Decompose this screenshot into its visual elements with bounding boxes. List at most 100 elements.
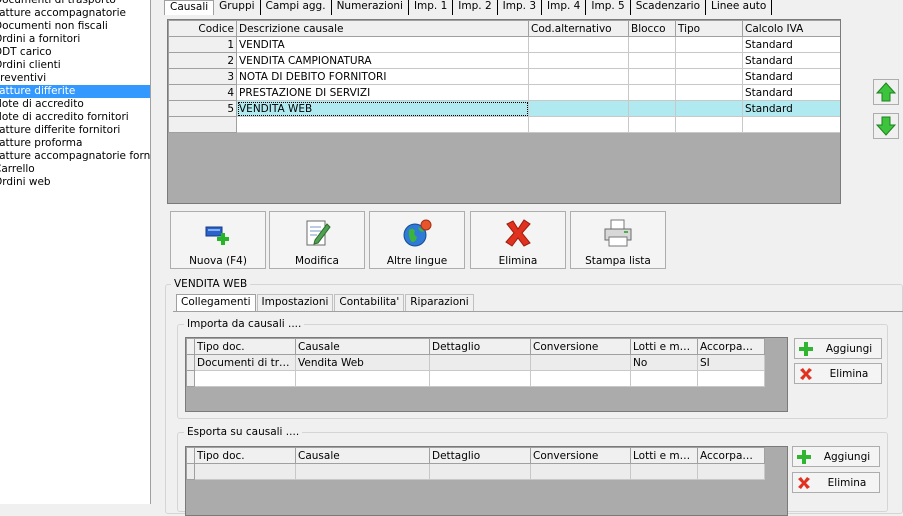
nav-item[interactable]: Note di accredito fornitori bbox=[0, 111, 150, 124]
nav-item[interactable]: Documenti di trasporto bbox=[0, 0, 150, 7]
cell-descrizione[interactable]: PRESTAZIONE DI SERVIZI bbox=[236, 84, 529, 101]
cell-empty[interactable] bbox=[530, 370, 631, 387]
cell-empty[interactable] bbox=[742, 116, 840, 133]
import-col-causale[interactable]: Causale bbox=[295, 338, 430, 355]
esporta-aggiungi-button[interactable]: Aggiungi bbox=[792, 446, 880, 467]
cell-empty[interactable] bbox=[530, 463, 631, 480]
import-col-accorpam[interactable]: Accorpam... bbox=[697, 338, 765, 355]
cell-empty[interactable] bbox=[295, 370, 430, 387]
cell-blocco[interactable] bbox=[628, 68, 676, 85]
table-row[interactable]: 3 NOTA DI DEBITO FORNITORI Standard bbox=[168, 68, 840, 85]
nav-item[interactable]: Note di accredito bbox=[0, 98, 150, 111]
cell-empty[interactable] bbox=[697, 370, 765, 387]
cell-codice[interactable]: 5 bbox=[168, 100, 237, 117]
nav-item[interactable]: Fatture accompagnatorie fornitori bbox=[0, 150, 150, 163]
cell-descrizione[interactable]: VENDITA CAMPIONATURA bbox=[236, 52, 529, 69]
cell-calcolo-iva[interactable]: Standard bbox=[742, 52, 840, 69]
cell-descrizione[interactable]: NOTA DI DEBITO FORNITORI bbox=[236, 68, 529, 85]
cell-calcolo-iva[interactable]: Standard bbox=[742, 84, 840, 101]
table-row[interactable]: 5 VENDITA WEB Standard bbox=[168, 100, 840, 117]
table-row[interactable]: 1 VENDITA Standard bbox=[168, 36, 840, 53]
cell-descrizione[interactable]: VENDITA bbox=[236, 36, 529, 53]
export-col-conversione[interactable]: Conversione bbox=[530, 447, 631, 464]
importa-grid[interactable]: Tipo doc. Causale Dettaglio Conversione … bbox=[185, 337, 788, 412]
tab-gruppi[interactable]: Gruppi bbox=[214, 0, 261, 15]
import-col-lotti[interactable]: Lotti e ma... bbox=[630, 338, 698, 355]
col-header-cod-alternativo[interactable]: Cod.alternativo bbox=[528, 20, 629, 37]
cell-empty[interactable] bbox=[630, 463, 698, 480]
detail-tab-collegamenti[interactable]: Collegamenti bbox=[176, 294, 256, 311]
nav-item[interactable]: Ordini clienti bbox=[0, 59, 150, 72]
cell-tipo-doc[interactable]: Documenti di tra... bbox=[194, 354, 296, 371]
cell-calcolo-iva[interactable]: Standard bbox=[742, 68, 840, 85]
nav-item[interactable]: Fatture differite fornitori bbox=[0, 124, 150, 137]
cell-codice[interactable]: 2 bbox=[168, 52, 237, 69]
esporta-grid[interactable]: Tipo doc. Causale Dettaglio Conversione … bbox=[185, 446, 788, 516]
cell-codice[interactable]: 3 bbox=[168, 68, 237, 85]
cell-empty[interactable] bbox=[630, 370, 698, 387]
nav-item[interactable]: DDT carico bbox=[0, 46, 150, 59]
tab-imp-5[interactable]: Imp. 5 bbox=[586, 0, 631, 15]
tab-imp-2[interactable]: Imp. 2 bbox=[453, 0, 498, 15]
cell-cod-alternativo[interactable] bbox=[528, 36, 629, 53]
import-col-conversione[interactable]: Conversione bbox=[530, 338, 631, 355]
cell-tipo[interactable] bbox=[675, 52, 743, 69]
row-header[interactable] bbox=[186, 354, 195, 371]
nav-item[interactable]: Ordini web bbox=[0, 176, 150, 189]
nuova-button[interactable]: Nuova (F4) bbox=[170, 211, 266, 269]
row-header[interactable] bbox=[186, 463, 195, 480]
cell-empty[interactable] bbox=[236, 116, 529, 133]
cell-calcolo-iva[interactable]: Standard bbox=[742, 36, 840, 53]
cell-causale[interactable]: Vendita Web bbox=[295, 354, 430, 371]
col-header-descrizione[interactable]: Descrizione causale bbox=[236, 20, 529, 37]
col-header-codice[interactable]: Codice bbox=[168, 20, 237, 37]
import-col-tipo-doc[interactable]: Tipo doc. bbox=[194, 338, 296, 355]
cell-tipo[interactable] bbox=[675, 100, 743, 117]
cell-codice[interactable]: 4 bbox=[168, 84, 237, 101]
move-down-button[interactable] bbox=[873, 113, 899, 139]
cell-empty[interactable] bbox=[628, 116, 676, 133]
cell-blocco[interactable] bbox=[628, 52, 676, 69]
export-col-lotti[interactable]: Lotti e ma... bbox=[630, 447, 698, 464]
row-header[interactable] bbox=[186, 370, 195, 387]
table-row[interactable]: Documenti di tra... Vendita Web No SI bbox=[186, 354, 765, 371]
tab-imp-1[interactable]: Imp. 1 bbox=[408, 0, 454, 15]
detail-tab-riparazioni[interactable]: Riparazioni bbox=[405, 294, 474, 311]
cell-dettaglio[interactable] bbox=[429, 354, 531, 371]
cell-cod-alternativo[interactable] bbox=[528, 52, 629, 69]
nav-item[interactable]: Documenti non fiscali bbox=[0, 20, 150, 33]
cell-empty[interactable] bbox=[675, 116, 743, 133]
move-up-button[interactable] bbox=[873, 79, 899, 105]
cell-cod-alternativo[interactable] bbox=[528, 68, 629, 85]
cell-tipo[interactable] bbox=[675, 68, 743, 85]
cell-cod-alternativo[interactable] bbox=[528, 100, 629, 117]
cell-blocco[interactable] bbox=[628, 100, 676, 117]
table-row[interactable]: 2 VENDITA CAMPIONATURA Standard bbox=[168, 52, 840, 69]
cell-tipo[interactable] bbox=[675, 36, 743, 53]
nav-item[interactable]: Carrello bbox=[0, 163, 150, 176]
cell-empty[interactable] bbox=[194, 370, 296, 387]
col-header-blocco[interactable]: Blocco bbox=[628, 20, 676, 37]
cell-empty[interactable] bbox=[697, 463, 765, 480]
tab-numerazioni[interactable]: Numerazioni bbox=[331, 0, 409, 15]
altre-lingue-button[interactable]: Altre lingue bbox=[369, 211, 465, 269]
nav-item[interactable]: Ordini a fornitori bbox=[0, 33, 150, 46]
cell-accorpam[interactable]: SI bbox=[697, 354, 765, 371]
cell-empty[interactable] bbox=[528, 116, 629, 133]
nav-item[interactable]: Fatture differite bbox=[0, 85, 150, 98]
importa-elimina-button[interactable]: Elimina bbox=[794, 363, 882, 384]
importa-aggiungi-button[interactable]: Aggiungi bbox=[794, 338, 882, 359]
tab-imp-3[interactable]: Imp. 3 bbox=[497, 0, 543, 15]
tab-imp-4[interactable]: Imp. 4 bbox=[542, 0, 587, 15]
cell-empty[interactable] bbox=[429, 463, 531, 480]
esporta-elimina-button[interactable]: Elimina bbox=[792, 472, 880, 493]
tab-causali[interactable]: Causali bbox=[164, 0, 215, 15]
modifica-button[interactable]: Modifica bbox=[269, 211, 365, 269]
cell-lotti[interactable]: No bbox=[630, 354, 698, 371]
cell-empty[interactable] bbox=[168, 116, 237, 133]
cell-codice[interactable]: 1 bbox=[168, 36, 237, 53]
cell-cod-alternativo[interactable] bbox=[528, 84, 629, 101]
export-col-accorpam[interactable]: Accorpam... bbox=[697, 447, 765, 464]
table-row[interactable] bbox=[186, 463, 765, 480]
cell-empty[interactable] bbox=[194, 463, 296, 480]
